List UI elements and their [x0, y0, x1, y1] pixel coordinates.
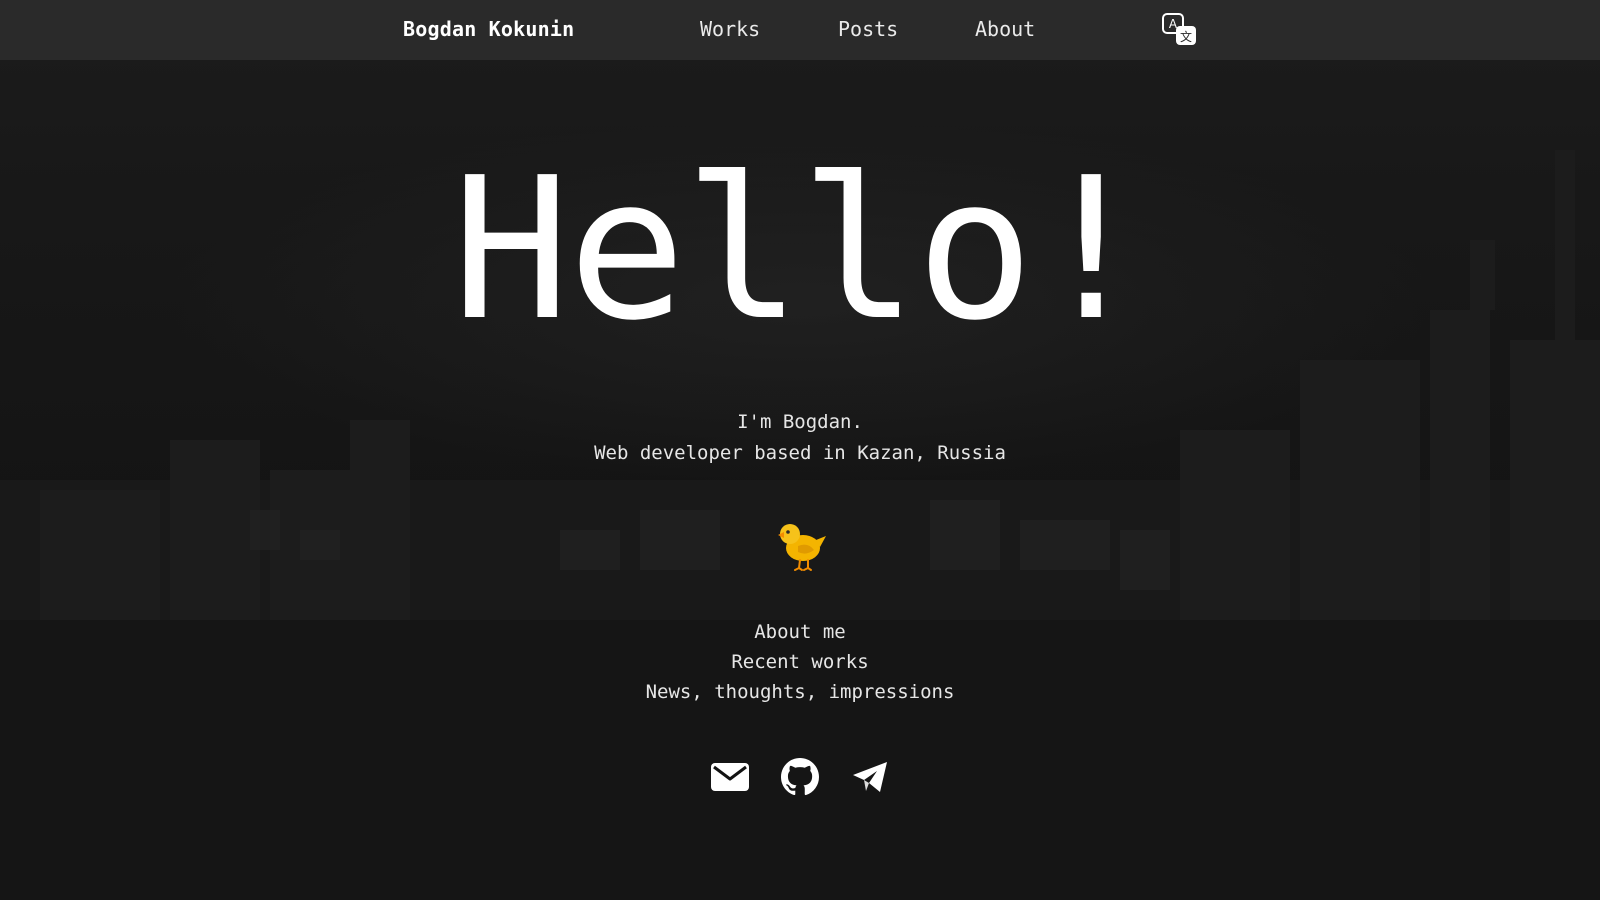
- telegram-icon: [853, 762, 887, 792]
- telegram-link[interactable]: [849, 756, 891, 798]
- nav-link-posts[interactable]: Posts: [838, 17, 898, 41]
- intro-description: Web developer based in Kazan, Russia: [594, 442, 1006, 464]
- intro-greeting: I'm Bogdan.: [737, 411, 863, 433]
- mail-icon: [711, 763, 749, 791]
- recent-works-link[interactable]: Recent works: [731, 647, 868, 677]
- nav-link-about[interactable]: About: [975, 17, 1035, 41]
- language-switch-button[interactable]: A 文: [1161, 12, 1199, 48]
- email-link[interactable]: [709, 756, 751, 798]
- github-link[interactable]: [779, 756, 821, 798]
- page: Bogdan Kokunin Works Posts About A 文 Hel…: [0, 0, 1600, 900]
- github-icon: [781, 758, 819, 796]
- chick-icon: [778, 524, 826, 571]
- social-links: [0, 756, 1600, 798]
- svg-text:文: 文: [1180, 29, 1192, 44]
- brand-link[interactable]: Bogdan Kokunin: [403, 17, 574, 41]
- translate-icon: A 文: [1162, 13, 1196, 45]
- intro-text: I'm Bogdan. Web developer based in Kazan…: [0, 407, 1600, 469]
- hero-title: Hello!: [451, 136, 1150, 364]
- nav-link-works[interactable]: Works: [700, 17, 760, 41]
- about-me-link[interactable]: About me: [754, 617, 846, 647]
- top-navbar: Bogdan Kokunin Works Posts About A 文: [0, 0, 1600, 60]
- news-link[interactable]: News, thoughts, impressions: [646, 677, 955, 707]
- quick-links: About me Recent works News, thoughts, im…: [0, 617, 1600, 707]
